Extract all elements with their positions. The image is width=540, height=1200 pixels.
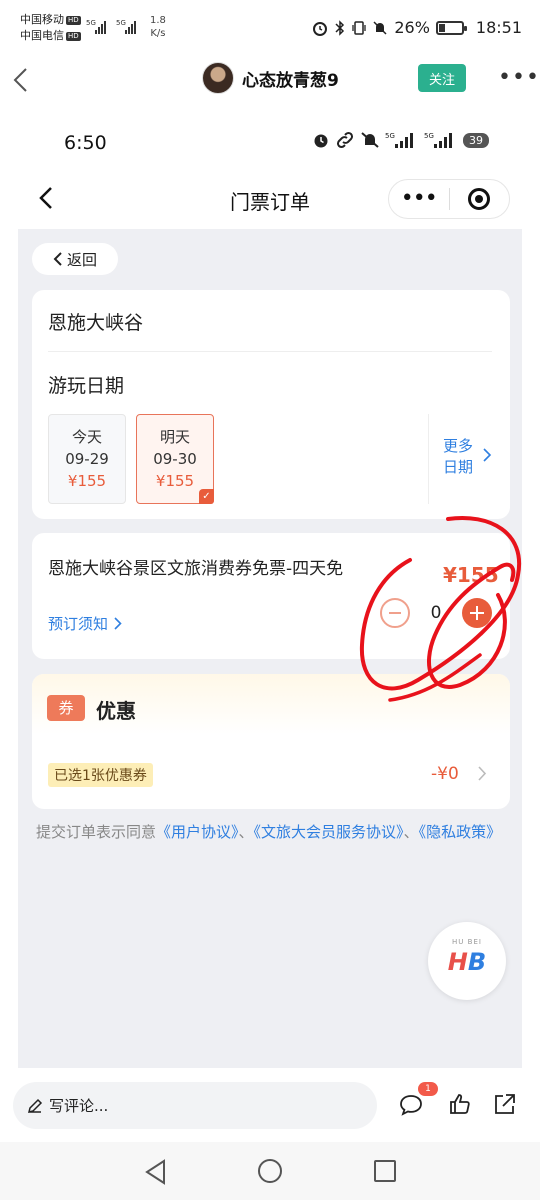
comment-icon[interactable] [398, 1093, 424, 1117]
agreement-prefix: 提交订单表示同意 [36, 823, 157, 841]
inner-battery: 39 [463, 132, 489, 148]
back-button-label: 返回 [66, 250, 97, 269]
inner-alarm-icon [314, 134, 328, 148]
ticket-quantity: 0 [430, 603, 442, 623]
author-name[interactable]: 心态放青葱9 [242, 66, 339, 91]
hd-badge-2: HD [66, 31, 81, 41]
speed-unit: K/s [150, 28, 166, 39]
date-option-today[interactable]: 今天 09-29 ¥155 [48, 414, 126, 504]
post-header: 心态放青葱9 关注 ••• [0, 58, 540, 102]
capsule-close-button[interactable] [449, 188, 509, 210]
inner-mute-icon [361, 132, 379, 148]
comment-placeholder: 写评论... [49, 1097, 109, 1115]
date-value: 09-30 [153, 450, 197, 468]
signal-icon: 5G 5G [86, 19, 136, 34]
nav-back-icon[interactable] [144, 1159, 168, 1185]
like-icon[interactable] [448, 1092, 472, 1116]
avatar[interactable] [202, 62, 234, 94]
battery-icon [435, 20, 467, 35]
bluetooth-icon [335, 19, 345, 36]
battery-percent: 26% [394, 18, 430, 37]
divider [48, 351, 492, 352]
chevron-right-icon [114, 617, 122, 630]
agreement-sep-2: 、 [403, 823, 419, 841]
increase-quantity-button[interactable] [462, 598, 492, 628]
coupon-value: -¥0 [431, 764, 459, 784]
member-agreement-link[interactable]: 《文旅大会员服务协议》 [254, 823, 404, 841]
privacy-policy-link[interactable]: 《隐私政策》 [419, 823, 502, 841]
date-value: 09-29 [65, 450, 109, 468]
date-price: ¥155 [67, 472, 107, 490]
inner-signal-icon-2: 5G [424, 132, 452, 148]
inner-clock: 6:50 [64, 132, 107, 154]
net-speed: 1.8 K/s [150, 14, 166, 40]
share-icon[interactable] [492, 1092, 518, 1116]
agreement-sep-1: 、 [238, 823, 254, 841]
target-icon [468, 188, 491, 210]
inner-net-1: 5G [385, 132, 395, 140]
back-button[interactable]: 返回 [32, 243, 118, 275]
hubei-logo-text: HU BEI [452, 938, 482, 946]
clock: 18:51 [475, 18, 522, 37]
coupon-badge: 券 [47, 695, 85, 721]
miniprogram-capsule: ••• [388, 179, 510, 219]
back-icon[interactable] [10, 64, 32, 96]
inner-net-2: 5G [424, 132, 434, 140]
date-day: 明天 [159, 428, 190, 446]
inner-status-icons: 5G 5G 39 [312, 131, 489, 149]
selected-check-icon: ✓ [199, 489, 214, 504]
follow-button[interactable]: 关注 [418, 64, 466, 92]
agreement-text: 提交订单表示同意《用户协议》、《文旅大会员服务协议》、《隐私政策》 [36, 822, 526, 843]
nav-recent-icon[interactable] [374, 1160, 396, 1182]
booking-note-link[interactable]: 预订须知 [48, 613, 122, 634]
chevron-right-icon [478, 766, 487, 781]
coupon-selected-tag: 已选1张优惠券 [48, 763, 153, 787]
alarm-icon [313, 21, 328, 36]
more-options-icon[interactable]: ••• [498, 67, 540, 89]
inner-link-icon [336, 131, 354, 149]
decrease-quantity-button[interactable] [380, 598, 410, 628]
hubei-logo[interactable]: HU BEI HB [428, 922, 506, 1000]
mute-icon [373, 20, 387, 35]
carrier-labels: 中国移动 HD 中国电信 HD [20, 12, 81, 44]
carrier-2: 中国电信 [20, 29, 64, 42]
booking-note-label: 预订须知 [48, 615, 109, 633]
comment-input[interactable]: 写评论... [13, 1082, 377, 1129]
coupon-title: 优惠 [96, 699, 136, 723]
author-info[interactable]: 心态放青葱9 [202, 58, 339, 98]
date-section-label: 游玩日期 [48, 375, 125, 397]
date-option-tomorrow[interactable]: 明天 09-30 ¥155 ✓ [136, 414, 214, 504]
net-5g-2: 5G [116, 19, 126, 27]
speed-value: 1.8 [150, 15, 166, 26]
pencil-icon [27, 1098, 43, 1113]
inner-signal-icon-1: 5G [385, 132, 413, 148]
ticket-price: ¥155 [443, 563, 499, 587]
hd-badge-1: HD [66, 15, 81, 25]
comment-count-badge: 1 [418, 1082, 438, 1096]
chevron-right-icon [483, 448, 492, 462]
net-5g-1: 5G [86, 19, 96, 27]
user-agreement-link[interactable]: 《用户协议》 [156, 823, 239, 841]
status-right: 26% 18:51 [312, 18, 522, 37]
status-bar: 中国移动 HD 中国电信 HD 5G 5G 1.8 K/s 26% 18:51 [0, 0, 540, 58]
vibrate-icon [352, 20, 366, 35]
ticket-card [32, 533, 510, 659]
carrier-1: 中国移动 [20, 13, 64, 26]
chevron-left-icon [53, 252, 62, 266]
more-dates-divider [428, 414, 429, 504]
more-dates-button[interactable]: 更多 日期 [443, 436, 497, 478]
ticket-name: 恩施大峡谷景区文旅消费券免票-四天免 [48, 559, 344, 579]
capsule-more-icon[interactable]: ••• [389, 188, 449, 210]
scenic-name: 恩施大峡谷 [48, 312, 144, 334]
date-day: 今天 [71, 428, 102, 446]
hubei-logo-mark: HB [447, 948, 487, 976]
nav-home-icon[interactable] [258, 1159, 282, 1183]
